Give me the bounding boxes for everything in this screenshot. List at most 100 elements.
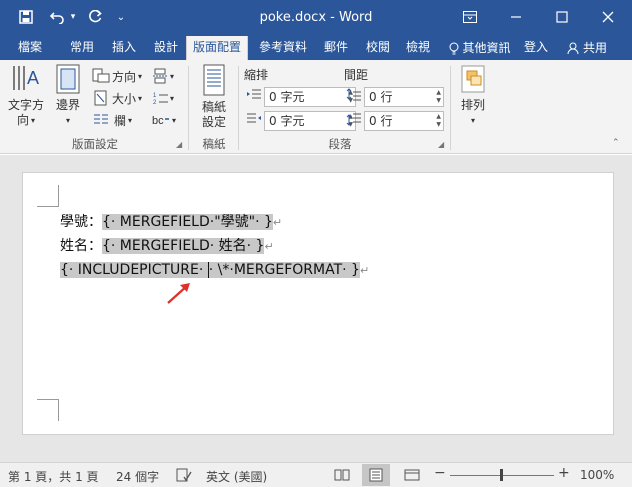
indent-right-icon [247, 113, 261, 123]
word-count[interactable]: 24 個字 [116, 468, 159, 485]
text-direction-button[interactable]: A 文字方 向 ▾ [6, 64, 46, 128]
orientation-button[interactable]: 方向 ▾ [92, 66, 142, 86]
hyphenation-button[interactable]: bc ▾ [152, 110, 176, 130]
tab-layout[interactable]: 版面配置 [186, 36, 248, 60]
indent-left-icon [247, 89, 261, 99]
doc-line-includepicture[interactable]: {· INCLUDEPICTURE· · \*·MERGEFORMAT· }↵ [60, 260, 369, 280]
ribbon: A 文字方 向 ▾ 邊界 ▾ 方向 ▾ 大小 ▾ 欄 ▾ ▾ 12 ▾ bc ▾ 版面設… [0, 60, 632, 154]
page-setup-group-label: 版面設定 [72, 137, 118, 151]
group-separator [238, 66, 239, 150]
includepicture-field-start[interactable]: {· INCLUDEPICTURE· [60, 262, 208, 278]
page-count[interactable]: 第 1 頁，共 1 頁 [8, 468, 99, 485]
includepicture-field-end[interactable]: · \*·MERGEFORMAT· } [208, 262, 360, 278]
chevron-down-icon: ▾ [128, 115, 133, 125]
orientation-label: 方向 [112, 69, 137, 84]
zoom-slider-thumb[interactable] [500, 469, 503, 481]
svg-text:bc: bc [152, 115, 164, 127]
doc-line-student-id[interactable]: 學號：{· MERGEFIELD·"學號"· }↵ [60, 212, 282, 232]
paragraph-mark: ↵ [272, 216, 283, 229]
paragraph-launcher-icon[interactable]: ◢ [438, 140, 444, 149]
mergefield-student-id[interactable]: {· MERGEFIELD·"學號"· } [102, 214, 273, 230]
share-button[interactable]: 共用 [556, 36, 618, 60]
ribbon-tab-bar: 檔案 常用 插入 設計 版面配置 參考資料 郵件 校閱 檢視 其他資訊 登入 共… [0, 36, 632, 60]
zoom-level[interactable]: 100% [580, 468, 614, 482]
arrange-icon [461, 65, 485, 93]
line-numbers-icon: 12 [153, 93, 168, 106]
student-id-label: 學號： [60, 214, 102, 230]
chevron-down-icon: ▾ [138, 93, 143, 103]
size-button[interactable]: 大小 ▾ [92, 88, 142, 108]
proofing-icon[interactable] [176, 468, 192, 482]
tab-references[interactable]: 參考資料 [252, 36, 314, 60]
web-layout-icon[interactable] [404, 468, 420, 482]
crop-mark-bottom [37, 399, 59, 421]
spacing-after-value: 0 行 [369, 114, 393, 128]
print-layout-button[interactable] [362, 464, 390, 486]
size-icon [94, 90, 107, 106]
tab-design[interactable]: 設計 [146, 36, 186, 60]
collapse-ribbon-icon[interactable]: ⌃ [612, 138, 620, 148]
save-icon[interactable] [14, 6, 38, 28]
spacing-before-value: 0 行 [369, 90, 393, 104]
group-separator [450, 66, 451, 150]
indent-right-input[interactable]: 0 字元 ▲ ▼ [264, 111, 356, 131]
text-direction-icon: A [13, 66, 39, 90]
maximize-icon[interactable] [540, 0, 584, 34]
breaks-button[interactable]: ▾ [152, 66, 174, 86]
tab-review[interactable]: 校閱 [358, 36, 398, 60]
mergefield-name[interactable]: {· MERGEFIELD· 姓名· } [102, 238, 265, 254]
zoom-in-button[interactable]: + [558, 465, 570, 481]
size-label: 大小 [112, 91, 137, 106]
read-mode-icon[interactable] [334, 468, 350, 482]
paragraph-mark: ↵ [264, 240, 274, 253]
undo-icon[interactable] [46, 6, 70, 28]
text-direction-label-1: 文字方 [7, 98, 44, 112]
person-icon [567, 42, 579, 54]
arrange-button[interactable]: 排列 ▾ [454, 64, 492, 128]
line-numbers-button[interactable]: 12 ▾ [152, 88, 174, 108]
doc-line-name[interactable]: 姓名：{· MERGEFIELD· 姓名· }↵ [60, 236, 274, 256]
undo-dropdown[interactable]: ▾ [68, 6, 78, 28]
tab-insert[interactable]: 插入 [104, 36, 144, 60]
tab-file[interactable]: 檔案 [8, 36, 52, 60]
manuscript-group-label: 稿紙 [202, 137, 226, 151]
chevron-down-icon: ▾ [65, 116, 70, 125]
redo-icon[interactable] [84, 6, 106, 28]
paragraph-mark: ↵ [359, 264, 370, 277]
spacing-after-input[interactable]: 0 行 ▲ ▼ [364, 111, 444, 131]
page-setup-launcher-icon[interactable]: ◢ [176, 140, 182, 149]
columns-button[interactable]: 欄 ▾ [92, 110, 132, 130]
arrange-label: 排列 [460, 98, 485, 112]
zoom-out-button[interactable]: − [434, 465, 446, 481]
close-icon[interactable] [586, 0, 630, 34]
columns-icon [94, 114, 108, 124]
orientation-icon [92, 68, 110, 83]
tell-me-box[interactable]: 其他資訊 [442, 36, 518, 60]
chevron-down-icon: ▾ [470, 116, 475, 125]
breaks-icon [153, 68, 167, 84]
minimize-icon[interactable] [494, 0, 538, 34]
svg-text:A: A [27, 68, 39, 88]
customize-qat-icon[interactable]: ⌄ [114, 6, 128, 28]
manuscript-label-2: 設定 [201, 115, 226, 129]
chevron-down-icon: ▾ [138, 71, 143, 81]
tab-view[interactable]: 檢視 [398, 36, 438, 60]
share-label: 共用 [582, 41, 607, 55]
spacing-after-icon [346, 113, 361, 126]
margins-button[interactable]: 邊界 ▾ [50, 64, 86, 128]
tab-home[interactable]: 常用 [62, 36, 102, 60]
manuscript-settings-button[interactable]: 稿紙 設定 [196, 64, 232, 130]
spinner-arrows-icon[interactable]: ▲ ▼ [436, 89, 441, 105]
paragraph-group-label: 段落 [328, 137, 352, 151]
title-bar: ▾ ⌄ poke.docx - Word [0, 0, 632, 36]
ribbon-display-options-icon[interactable] [448, 0, 492, 34]
spacing-before-input[interactable]: 0 行 ▲ ▼ [364, 87, 444, 107]
lightbulb-icon [449, 42, 459, 54]
indent-left-value: 0 字元 [269, 90, 305, 104]
language-indicator[interactable]: 英文 (美國) [206, 468, 267, 485]
spinner-arrows-icon[interactable]: ▲ ▼ [436, 113, 441, 129]
tab-mailings[interactable]: 郵件 [316, 36, 356, 60]
sign-in-link[interactable]: 登入 [520, 36, 552, 60]
hyphenation-icon: bc [152, 115, 169, 127]
indent-left-input[interactable]: 0 字元 ▲ ▼ [264, 87, 356, 107]
